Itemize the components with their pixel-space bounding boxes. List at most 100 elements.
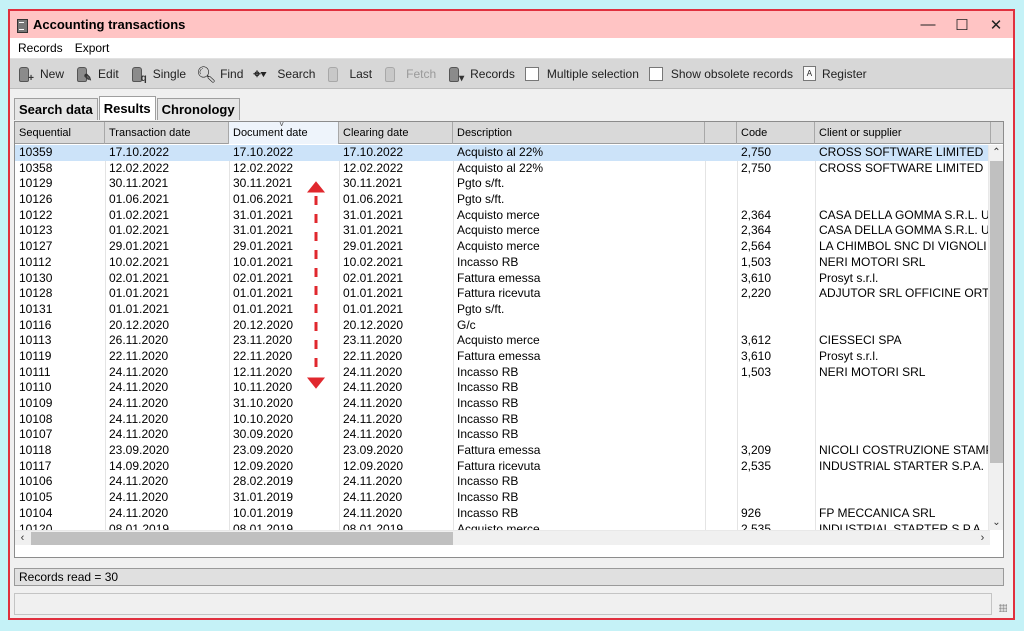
vertical-scrollbar[interactable]: ⌃ ⌄ xyxy=(988,145,1003,530)
records-button[interactable]: Records xyxy=(446,65,515,84)
table-cell: Incasso RB xyxy=(457,490,519,505)
table-row[interactable]: 10131 01.01.2021 01.01.2021 01.01.2021 Pgto … xyxy=(15,302,990,318)
table-cell: Fattura emessa xyxy=(457,348,541,363)
table-row[interactable]: 10118 23.09.2020 23.09.2020 23.09.2020 Fattu… xyxy=(15,443,990,459)
table-cell: 08.01.2019 xyxy=(343,521,404,531)
menu-records[interactable]: Records xyxy=(18,41,63,55)
table-row[interactable]: 10123 01.02.2021 31.01.2021 31.01.2021 Acqui… xyxy=(15,223,990,239)
column-header-sequential[interactable]: Sequential xyxy=(15,122,105,144)
menu-export[interactable]: Export xyxy=(75,41,110,55)
table-row[interactable]: 10106 24.11.2020 28.02.2019 24.11.2020 Incas… xyxy=(15,474,990,490)
table-row[interactable]: 10109 24.11.2020 31.10.2020 24.11.2020 Incas… xyxy=(15,396,990,412)
table-cell: 10106 xyxy=(19,474,53,489)
tab-chronology[interactable]: Chronology xyxy=(156,98,240,120)
table-cell: 24.11.2020 xyxy=(109,411,169,426)
table-row[interactable]: 10105 24.11.2020 31.01.2019 24.11.2020 Incas… xyxy=(15,490,990,506)
table-row[interactable]: 10108 24.11.2020 10.10.2020 24.11.2020 Incas… xyxy=(15,412,990,428)
table-cell: 12.02.2022 xyxy=(233,160,294,175)
table-row[interactable]: 10107 24.11.2020 30.09.2020 24.11.2020 Incas… xyxy=(15,427,990,443)
table-cell: 24.11.2020 xyxy=(343,364,403,379)
table-cell: 01.02.2021 xyxy=(109,207,170,222)
fetch-button[interactable]: Fetch xyxy=(382,65,436,83)
table-cell: 30.11.2021 xyxy=(109,176,169,191)
database-icon xyxy=(16,18,28,33)
minimize-button[interactable]: — xyxy=(911,11,945,38)
table-row[interactable]: 10110 24.11.2020 10.11.2020 24.11.2020 Incas… xyxy=(15,380,990,396)
close-button[interactable]: ✕ xyxy=(979,11,1013,38)
horizontal-scrollbar[interactable]: ‹ › xyxy=(15,530,990,545)
last-record-icon xyxy=(325,65,343,83)
table-row[interactable]: 10104 24.11.2020 10.01.2019 24.11.2020 Incas… xyxy=(15,506,990,522)
multiple-selection-checkbox[interactable] xyxy=(524,66,539,81)
horizontal-scroll-thumb[interactable] xyxy=(31,532,453,545)
table-row[interactable]: 10127 29.01.2021 29.01.2021 29.01.2021 Acqui… xyxy=(15,239,990,255)
table-cell: CASA DELLA GOMMA S.R.L. UN xyxy=(819,207,990,222)
column-header-code[interactable]: Code xyxy=(737,122,815,144)
show-obsolete-toggle[interactable]: Show obsolete records xyxy=(648,66,793,81)
table-row[interactable]: 10119 22.11.2020 22.11.2020 22.11.2020 Fattu… xyxy=(15,349,990,365)
show-obsolete-checkbox[interactable] xyxy=(648,66,663,81)
table-cell: 24.11.2020 xyxy=(343,474,403,489)
multiple-selection-toggle[interactable]: Multiple selection xyxy=(524,66,639,81)
table-cell: 24.11.2020 xyxy=(343,380,403,395)
table-row[interactable]: 10113 26.11.2020 23.11.2020 23.11.2020 Acqui… xyxy=(15,333,990,349)
column-header-transaction-date[interactable]: Transaction date xyxy=(105,122,229,144)
table-cell: Acquisto merce xyxy=(457,207,540,222)
scroll-down-icon[interactable]: ⌄ xyxy=(989,515,1003,530)
column-header-blank[interactable] xyxy=(705,122,737,144)
single-button[interactable]: Single xyxy=(129,65,186,84)
table-cell: 926 xyxy=(741,505,762,520)
table-row[interactable]: 10112 10.02.2021 10.01.2021 10.02.2021 Incas… xyxy=(15,255,990,271)
table-cell: 2,750 xyxy=(741,145,772,159)
table-row[interactable]: 10358 12.02.2022 12.02.2022 12.02.2022 Acqui… xyxy=(15,161,990,177)
bottom-panel xyxy=(14,593,992,615)
table-cell: 1,503 xyxy=(741,254,772,269)
table-cell: 31.01.2021 xyxy=(233,207,294,222)
table-cell: 29.01.2021 xyxy=(233,239,294,254)
scroll-up-icon[interactable]: ⌃ xyxy=(989,145,1003,160)
maximize-button[interactable]: ☐ xyxy=(945,11,979,38)
table-cell: 10.01.2021 xyxy=(233,254,294,269)
table-cell: 24.11.2020 xyxy=(109,396,169,410)
table-cell: 24.11.2020 xyxy=(343,505,403,520)
magnifier-icon: 🔍︎ xyxy=(196,66,217,84)
tab-results[interactable]: Results xyxy=(98,96,156,120)
table-cell: 10359 xyxy=(19,145,53,159)
table-row[interactable]: 10122 01.02.2021 31.01.2021 31.01.2021 Acqui… xyxy=(15,208,990,224)
new-button[interactable]: New xyxy=(16,65,64,84)
title-bar[interactable]: Accounting transactions — ☐ ✕ xyxy=(10,11,1013,38)
table-cell: 14.09.2020 xyxy=(109,458,170,473)
table-cell: 20.12.2020 xyxy=(233,317,294,332)
column-header-clearing-date[interactable]: Clearing date xyxy=(339,122,453,144)
table-row[interactable]: 10128 01.01.2021 01.01.2021 01.01.2021 Fattu… xyxy=(15,286,990,302)
table-cell: Acquisto merce xyxy=(457,333,540,348)
scroll-right-icon[interactable]: › xyxy=(975,531,990,546)
table-row[interactable]: 10117 14.09.2020 12.09.2020 12.09.2020 Fattu… xyxy=(15,459,990,475)
table-cell: 2,535 xyxy=(741,521,772,531)
find-button[interactable]: 🔍︎ Find xyxy=(196,65,243,84)
table-cell: 22.11.2020 xyxy=(233,348,293,363)
last-button[interactable]: Last xyxy=(325,65,372,83)
table-row[interactable]: 10126 01.06.2021 01.06.2021 01.06.2021 Pgto … xyxy=(15,192,990,208)
table-cell: Incasso RB xyxy=(457,427,519,442)
table-row[interactable]: 10116 20.12.2020 20.12.2020 20.12.2020 G/c xyxy=(15,318,990,334)
column-header-client-or-supplier[interactable]: Client or supplier xyxy=(815,122,991,144)
register-button[interactable]: A Register xyxy=(802,66,867,81)
table-cell: 01.01.2021 xyxy=(343,301,404,316)
edit-button[interactable]: Edit xyxy=(74,65,119,84)
table-row[interactable]: 10120 08.01.2019 08.01.2019 08.01.2019 Acqui… xyxy=(15,522,990,531)
tab-search-data[interactable]: Search data xyxy=(14,98,98,120)
table-row[interactable]: 10111 24.11.2020 12.11.2020 24.11.2020 Incas… xyxy=(15,365,990,381)
search-button[interactable]: ⌖▾ Search xyxy=(253,65,315,83)
column-header-document-date[interactable]: Document date ˅ xyxy=(229,122,339,144)
table-cell: Pgto s/ft. xyxy=(457,301,505,316)
table-row[interactable]: 10130 02.01.2021 02.01.2021 02.01.2021 Fattu… xyxy=(15,271,990,287)
table-cell: 10.02.2021 xyxy=(109,254,170,269)
vertical-scroll-thumb[interactable] xyxy=(990,161,1003,463)
table-row[interactable]: 10359 17.10.2022 17.10.2022 17.10.2022 Acqui… xyxy=(15,145,990,161)
table-cell: CIESSECI SPA xyxy=(819,333,902,348)
column-header-description[interactable]: Description xyxy=(453,122,705,144)
scroll-left-icon[interactable]: ‹ xyxy=(15,531,30,546)
table-row[interactable]: 10129 30.11.2021 30.11.2021 30.11.2021 Pgto … xyxy=(15,176,990,192)
resize-grip-icon[interactable] xyxy=(997,602,1007,612)
